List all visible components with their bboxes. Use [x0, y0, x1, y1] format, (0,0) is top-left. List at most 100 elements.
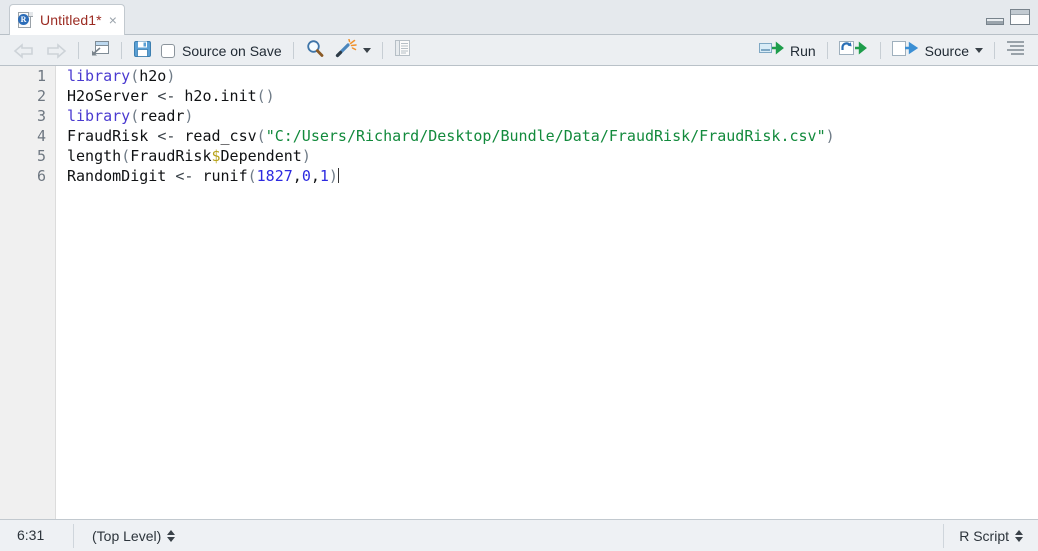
- code-line[interactable]: library(readr): [67, 106, 1038, 126]
- code-line[interactable]: H2oServer <- h2o.init(): [67, 86, 1038, 106]
- document-outline-button[interactable]: [1001, 35, 1030, 66]
- source-label: Source: [924, 42, 969, 59]
- status-divider: [73, 524, 74, 548]
- checkbox-box[interactable]: [161, 43, 175, 58]
- rstudio-source-pane: R Untitled1* × Source on Save Run Source…: [0, 0, 1038, 551]
- find-replace-button[interactable]: [300, 35, 330, 66]
- code-token: Dependent: [220, 147, 302, 165]
- toolbar-divider: [381, 42, 383, 59]
- editor-tab-bar: R Untitled1* ×: [0, 0, 1038, 35]
- code-token: $: [211, 147, 221, 165]
- code-token: library: [67, 107, 131, 125]
- chevron-updown-icon[interactable]: [1015, 529, 1024, 543]
- forward-button[interactable]: [40, 35, 72, 66]
- line-number: 2: [36, 87, 46, 105]
- source-button[interactable]: Source: [887, 35, 988, 66]
- r-script-file-icon: R: [18, 11, 34, 29]
- code-token: (: [256, 127, 266, 145]
- chevron-down-icon[interactable]: [362, 48, 371, 53]
- rerun-button[interactable]: [834, 35, 874, 66]
- editor-toolbar: Source on Save Run Source: [0, 35, 1038, 66]
- magic-wand-icon: [335, 38, 357, 63]
- code-token: ): [328, 167, 338, 185]
- code-token: length: [67, 147, 122, 165]
- code-token: readr: [139, 107, 185, 125]
- code-token: (: [121, 147, 131, 165]
- code-token: runif: [193, 167, 248, 185]
- toolbar-divider: [879, 42, 881, 59]
- code-token: H2oServer: [67, 87, 158, 105]
- run-button[interactable]: Run: [754, 35, 821, 66]
- code-token: read_csv: [175, 127, 257, 145]
- close-icon[interactable]: ×: [109, 13, 117, 27]
- save-button[interactable]: [128, 35, 157, 66]
- line-number: 3: [36, 107, 46, 125]
- scope-label: (Top Level): [92, 527, 162, 544]
- rerun-icon: [838, 40, 869, 62]
- code-token: (: [247, 167, 257, 185]
- code-token: FraudRisk: [130, 147, 212, 165]
- minimize-pane-icon[interactable]: [986, 13, 1004, 25]
- code-token: 1827: [256, 167, 293, 185]
- code-token: <-: [157, 127, 176, 145]
- code-token: ): [825, 127, 835, 145]
- line-number: 1: [36, 67, 46, 85]
- notebook-icon: [394, 39, 411, 62]
- cursor-position: 6:31: [17, 527, 45, 543]
- show-in-new-window-button[interactable]: [85, 35, 115, 66]
- editor-status-bar: 6:31 (Top Level) R Script: [0, 519, 1038, 551]
- chevron-updown-icon[interactable]: [167, 529, 176, 543]
- code-token: ): [301, 147, 311, 165]
- line-number: 6: [36, 167, 46, 185]
- back-button[interactable]: [8, 35, 40, 66]
- popout-window-icon: [90, 40, 110, 62]
- maximize-pane-icon[interactable]: [1010, 9, 1030, 25]
- code-token: (): [256, 87, 275, 105]
- code-token: library: [67, 67, 131, 85]
- run-icon: [758, 40, 785, 61]
- arrow-left-icon: [13, 42, 35, 59]
- toolbar-divider: [292, 42, 294, 59]
- source-icon: [891, 40, 920, 62]
- code-token: 1: [319, 167, 329, 185]
- editor-tab-untitled1[interactable]: R Untitled1* ×: [9, 4, 125, 35]
- line-number-gutter: 1 2 3 4 5 6: [0, 66, 56, 519]
- arrow-right-icon: [45, 42, 67, 59]
- code-token: ): [184, 107, 194, 125]
- code-tools-button[interactable]: [330, 35, 376, 66]
- search-icon: [305, 39, 325, 63]
- r-badge: R: [18, 13, 29, 25]
- source-on-save-checkbox[interactable]: Source on Save: [157, 35, 287, 66]
- compile-report-button[interactable]: [389, 35, 416, 66]
- code-line[interactable]: length(FraudRisk$Dependent): [67, 146, 1038, 166]
- scope-selector[interactable]: (Top Level): [92, 520, 176, 551]
- code-token: (: [130, 67, 140, 85]
- code-editor[interactable]: 123456 library(h2o) H2oServer <- h2o.init…: [0, 66, 1038, 519]
- save-floppy-icon: [133, 39, 152, 63]
- source-on-save-label: Source on Save: [182, 42, 282, 59]
- code-token: 0: [301, 167, 311, 185]
- pane-controls: [986, 9, 1030, 25]
- code-token: "C:/Users/Richard/Desktop/Bundle/Data/Fr…: [265, 127, 826, 145]
- outline-icon: [1006, 40, 1025, 61]
- code-line[interactable]: RandomDigit <- runif(1827,0,1): [67, 166, 1038, 186]
- toolbar-divider: [78, 42, 79, 59]
- code-line[interactable]: library(h2o): [67, 66, 1038, 86]
- chevron-down-icon[interactable]: [975, 48, 983, 53]
- code-area[interactable]: library(h2o) H2oServer <- h2o.init() libra…: [56, 66, 1038, 519]
- code-token: RandomDigit: [67, 167, 176, 185]
- toolbar-divider: [994, 42, 995, 59]
- code-token: h2o.init: [175, 87, 257, 105]
- line-number: 5: [36, 147, 46, 165]
- code-token: h2o: [139, 67, 167, 85]
- code-token: FraudRisk: [67, 127, 158, 145]
- editor-tab-label: Untitled1*: [40, 12, 102, 28]
- code-token: ): [166, 67, 176, 85]
- code-line[interactable]: FraudRisk <- read_csv("C:/Users/Richard/…: [67, 126, 1038, 146]
- status-divider: [943, 524, 944, 548]
- code-token: (: [130, 107, 140, 125]
- text-cursor: [337, 168, 339, 183]
- toolbar-divider: [826, 42, 828, 59]
- code-token: ,: [292, 167, 302, 185]
- document-type-selector[interactable]: R Script: [959, 520, 1024, 551]
